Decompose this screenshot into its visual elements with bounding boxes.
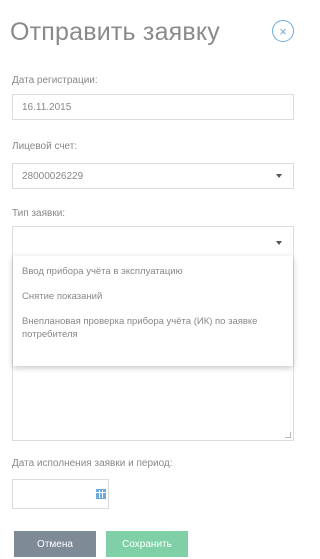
- request-type-label: Тип заявки:: [12, 208, 66, 219]
- save-button[interactable]: Сохранить: [106, 531, 188, 557]
- personal-account-select[interactable]: 28000026229: [12, 163, 294, 189]
- dropdown-option[interactable]: Внеплановая проверка прибора учёта (ИК) …: [13, 315, 293, 341]
- registration-date-value: 16.11.2015: [22, 101, 72, 113]
- personal-account-label: Лицевой счет:: [12, 141, 78, 152]
- registration-date-field[interactable]: 16.11.2015: [12, 94, 294, 120]
- dropdown-option[interactable]: Ввод прибора учёта в эксплуатацию: [13, 265, 293, 278]
- dropdown-option[interactable]: Снятие показаний: [13, 290, 293, 303]
- close-button[interactable]: ×: [272, 20, 294, 42]
- request-type-dropdown-menu: Ввод прибора учёта в эксплуатацию Снятие…: [13, 256, 293, 366]
- cancel-button[interactable]: Отмена: [14, 531, 96, 557]
- chevron-down-icon: [276, 241, 282, 245]
- execution-date-input[interactable]: [12, 479, 109, 509]
- calendar-icon[interactable]: [96, 489, 106, 499]
- execution-date-label: Дата исполнения заявки и период:: [12, 458, 173, 469]
- personal-account-value: 28000026229: [22, 170, 84, 182]
- modal-title: Отправить заявку: [10, 18, 221, 46]
- resize-grip[interactable]: [285, 432, 291, 438]
- registration-date-label: Дата регистрации:: [12, 75, 98, 86]
- close-icon: ×: [279, 23, 287, 39]
- chevron-down-icon: [276, 174, 282, 178]
